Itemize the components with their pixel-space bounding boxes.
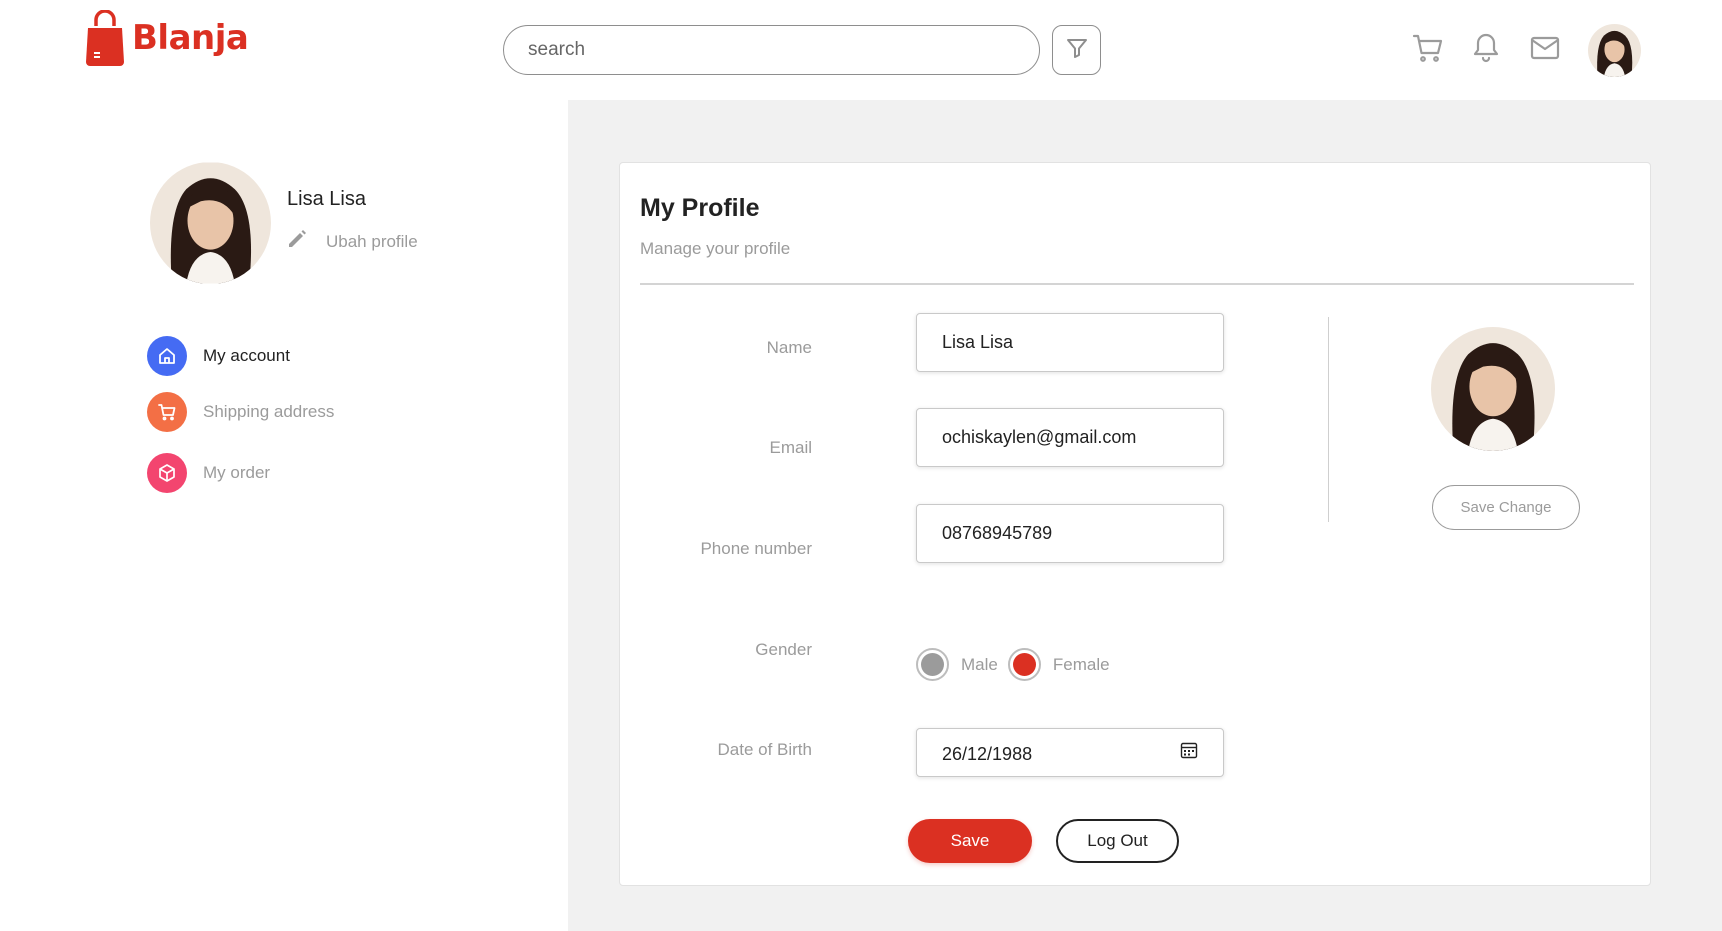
profile-sidebar: Lisa Lisa Ubah profile My account Shippi… [0, 100, 568, 931]
dob-value: 26/12/1988 [942, 744, 1033, 764]
email-field[interactable] [916, 408, 1224, 467]
gender-radio-male[interactable] [916, 648, 949, 681]
brand-name: Blanja [132, 18, 249, 58]
home-icon [147, 336, 187, 376]
save-button[interactable]: Save [908, 819, 1032, 863]
sidebar-item-my-account[interactable]: My account [147, 336, 290, 376]
calendar-icon[interactable] [1180, 741, 1198, 764]
profile-card: My Profile Manage your profile Name Emai… [619, 162, 1651, 886]
mail-button[interactable] [1525, 30, 1565, 70]
phone-label: Phone number [700, 539, 812, 558]
edit-profile-label: Ubah profile [326, 231, 418, 251]
pencil-icon [286, 228, 308, 255]
cart-icon [147, 392, 187, 432]
sidebar-item-my-order[interactable]: My order [147, 453, 270, 493]
gender-radio-female[interactable] [1007, 648, 1041, 681]
dob-date-input[interactable]: 26/12/1988 [916, 728, 1224, 777]
box-icon [147, 453, 187, 493]
logout-button[interactable]: Log Out [1056, 819, 1179, 863]
vertical-divider [1328, 317, 1329, 522]
dob-label: Date of Birth [717, 740, 813, 759]
header-avatar[interactable] [1588, 24, 1641, 77]
cart-icon [1412, 32, 1444, 69]
name-label: Name [766, 338, 812, 357]
notification-button[interactable] [1466, 30, 1506, 70]
radio-dot [921, 653, 944, 676]
gender-label: Gender [755, 640, 812, 659]
cart-button[interactable] [1408, 30, 1448, 70]
page-subtitle: Manage your profile [640, 239, 791, 258]
radio-dot [1012, 653, 1036, 676]
profile-photo [1431, 327, 1555, 451]
search-input[interactable] [503, 25, 1040, 75]
shopping-bag-icon [84, 9, 126, 66]
sidebar-item-label: Shipping address [203, 402, 335, 421]
sidebar-item-label: My order [203, 463, 271, 482]
mail-icon [1529, 34, 1561, 67]
brand-logo[interactable]: Blanja [84, 9, 249, 66]
gender-radio-group: Male Female [916, 648, 1120, 681]
edit-profile-link[interactable]: Ubah profile [286, 228, 418, 255]
main-content: My Profile Manage your profile Name Emai… [568, 100, 1722, 931]
save-change-button[interactable]: Save Change [1432, 485, 1580, 530]
gender-option-label: Female [1052, 654, 1110, 674]
filter-icon [1065, 36, 1089, 65]
sidebar-item-shipping-address[interactable]: Shipping address [147, 392, 334, 432]
sidebar-avatar [150, 162, 271, 284]
bell-icon [1471, 32, 1501, 69]
sidebar-user-name: Lisa Lisa [287, 188, 366, 210]
divider [640, 283, 1634, 285]
gender-option-label: Male [961, 654, 998, 674]
top-header: Blanja [0, 0, 1722, 100]
email-label: Email [769, 438, 812, 457]
sidebar-item-label: My account [203, 346, 290, 365]
phone-field[interactable] [916, 504, 1224, 563]
filter-button[interactable] [1052, 25, 1101, 75]
page-title: My Profile [640, 194, 760, 222]
name-field[interactable] [916, 313, 1224, 372]
